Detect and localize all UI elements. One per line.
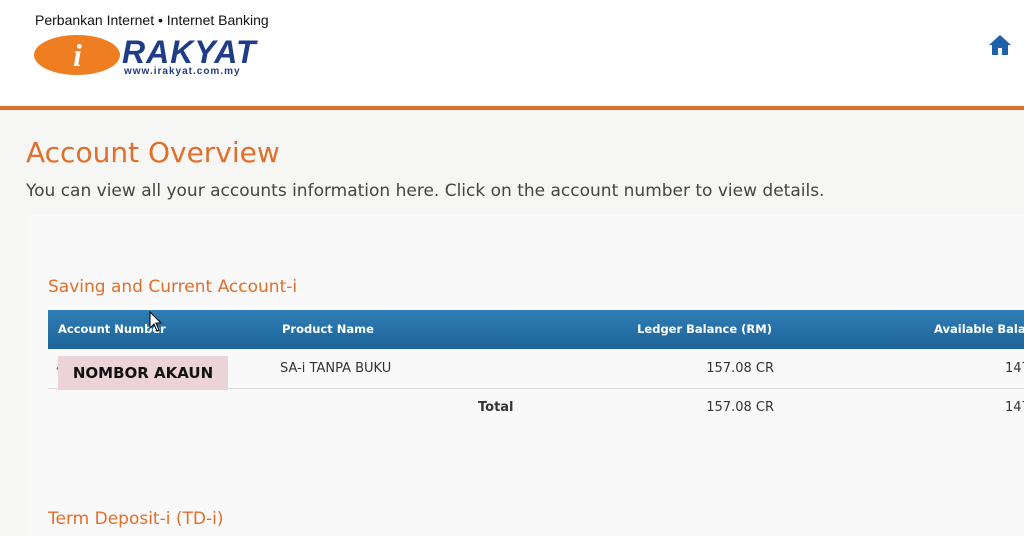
column-product-name[interactable]: Product Name (282, 322, 374, 336)
total-row: Total 157.08 CR 147 (48, 389, 1024, 427)
logo-url: www.irakyat.com.my (124, 66, 241, 77)
saving-section-title: Saving and Current Account-i (48, 277, 298, 297)
column-available-balance[interactable]: Available Balan (934, 322, 1024, 336)
home-icon[interactable] (988, 34, 1012, 56)
page-description: You can view all your accounts informati… (26, 181, 825, 201)
mouse-cursor-icon (149, 311, 163, 332)
account-number-overlay-label: NOMBOR AKAUN (58, 356, 228, 390)
header-tagline: Perbankan Internet • Internet Banking (35, 12, 269, 28)
column-ledger-balance[interactable]: Ledger Balance (RM) (608, 322, 772, 336)
page-title: Account Overview (26, 136, 280, 169)
irakyat-logo[interactable]: i (33, 34, 121, 76)
total-ledger-balance: 157.08 CR (706, 400, 774, 415)
term-deposit-section-title: Term Deposit-i (TD-i) (48, 509, 224, 529)
top-header: Perbankan Internet • Internet Banking i … (0, 0, 1024, 108)
total-label: Total (478, 400, 514, 415)
product-name: SA-i TANPA BUKU (280, 361, 392, 376)
available-balance: 147 (1005, 361, 1024, 376)
header-divider (0, 106, 1024, 110)
accounts-table-header: Account Number Product Name Ledger Balan… (48, 310, 1024, 349)
ledger-balance: 157.08 CR (706, 361, 774, 376)
total-available-balance: 147 (1005, 400, 1024, 415)
logo-letter: i (73, 37, 82, 73)
